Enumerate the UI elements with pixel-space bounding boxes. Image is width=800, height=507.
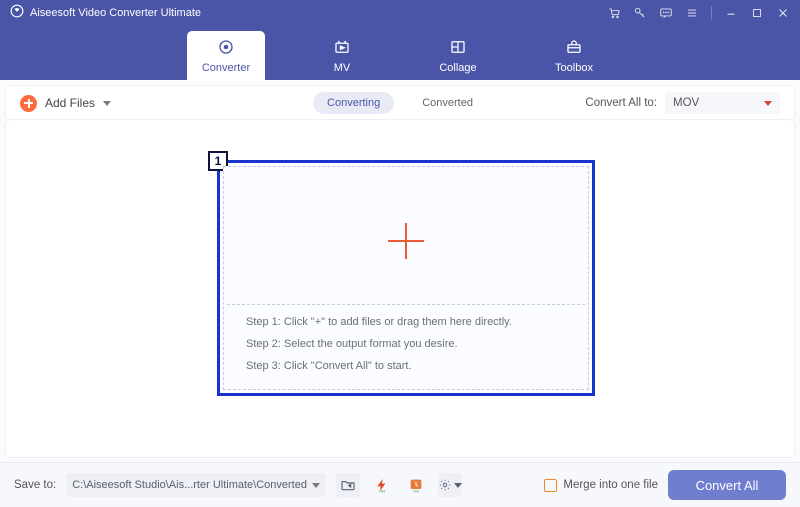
- format-value: MOV: [673, 97, 699, 109]
- step-text: Step 3: Click "Convert All" to start.: [246, 361, 574, 372]
- save-path-select[interactable]: C:\Aiseesoft Studio\Ais...rter Ultimate\…: [66, 473, 326, 497]
- merge-label: Merge into one file: [563, 479, 658, 491]
- close-icon[interactable]: [776, 6, 790, 20]
- save-to-label: Save to:: [14, 479, 56, 491]
- tab-converter[interactable]: Converter: [187, 31, 265, 80]
- plus-icon: [20, 95, 37, 112]
- collage-icon: [449, 38, 467, 59]
- settings-button[interactable]: [438, 473, 462, 497]
- instruction-steps: Step 1: Click "+" to add files or drag t…: [246, 317, 574, 383]
- high-speed-button[interactable]: ON: [404, 473, 428, 497]
- hardware-accel-button[interactable]: ON: [370, 473, 394, 497]
- svg-text:ON: ON: [379, 488, 385, 493]
- convert-all-button[interactable]: Convert All: [668, 470, 786, 500]
- add-plus-icon[interactable]: [388, 223, 424, 259]
- divider: [711, 6, 712, 20]
- step-text: Step 2: Select the output format you des…: [246, 339, 574, 350]
- add-files-label: Add Files: [45, 96, 95, 110]
- drop-zone-inner: Step 1: Click "+" to add files or drag t…: [223, 166, 589, 390]
- tab-collage[interactable]: Collage: [419, 31, 497, 80]
- mv-icon: [333, 38, 351, 59]
- save-path-value: C:\Aiseesoft Studio\Ais...rter Ultimate\…: [72, 479, 307, 491]
- open-folder-button[interactable]: [336, 473, 360, 497]
- menu-icon[interactable]: [685, 6, 699, 20]
- divider: [227, 304, 585, 305]
- format-select[interactable]: MOV: [665, 92, 780, 114]
- chevron-down-icon: [454, 483, 462, 488]
- main-area: 1 Step 1: Click "+" to add files or drag…: [6, 120, 794, 457]
- main-tabs: Converter MV Collage Toolbox: [0, 25, 800, 80]
- toolbox-icon: [565, 38, 583, 59]
- tab-label: Collage: [439, 62, 476, 74]
- app-brand: Aiseesoft Video Converter Ultimate: [10, 4, 201, 21]
- footer: Save to: C:\Aiseesoft Studio\Ais...rter …: [0, 462, 800, 507]
- checkbox-icon: [544, 479, 557, 492]
- step-text: Step 1: Click "+" to add files or drag t…: [246, 317, 574, 328]
- tab-converting[interactable]: Converting: [313, 92, 394, 114]
- tab-toolbox[interactable]: Toolbox: [535, 31, 613, 80]
- feedback-icon[interactable]: [659, 6, 673, 20]
- tab-mv[interactable]: MV: [303, 31, 381, 80]
- tab-label: Toolbox: [555, 62, 593, 74]
- convert-all-label: Convert All: [696, 478, 759, 493]
- tab-label: Converter: [202, 62, 250, 74]
- chevron-down-icon: [312, 483, 320, 488]
- output-format-control: Convert All to: MOV: [585, 92, 780, 114]
- chevron-down-icon: [764, 101, 772, 106]
- maximize-icon[interactable]: [750, 6, 764, 20]
- minimize-icon[interactable]: [724, 6, 738, 20]
- cart-icon[interactable]: [607, 6, 621, 20]
- merge-checkbox[interactable]: Merge into one file: [544, 479, 658, 492]
- chevron-down-icon: [103, 101, 111, 106]
- titlebar: Aiseesoft Video Converter Ultimate: [0, 0, 800, 25]
- toolbar: Add Files Converting Converted Convert A…: [6, 86, 794, 120]
- svg-text:ON: ON: [413, 488, 419, 493]
- status-segmented: Converting Converted: [313, 92, 487, 114]
- key-icon[interactable]: [633, 6, 647, 20]
- tab-converted[interactable]: Converted: [408, 92, 487, 114]
- drop-zone[interactable]: 1 Step 1: Click "+" to add files or drag…: [217, 160, 595, 396]
- app-title: Aiseesoft Video Converter Ultimate: [30, 7, 201, 19]
- converter-icon: [217, 38, 235, 59]
- title-controls: [607, 6, 796, 20]
- app-logo-icon: [10, 4, 24, 21]
- add-files-button[interactable]: Add Files: [20, 95, 111, 112]
- convert-all-to-label: Convert All to:: [585, 97, 657, 109]
- tab-label: MV: [334, 62, 351, 74]
